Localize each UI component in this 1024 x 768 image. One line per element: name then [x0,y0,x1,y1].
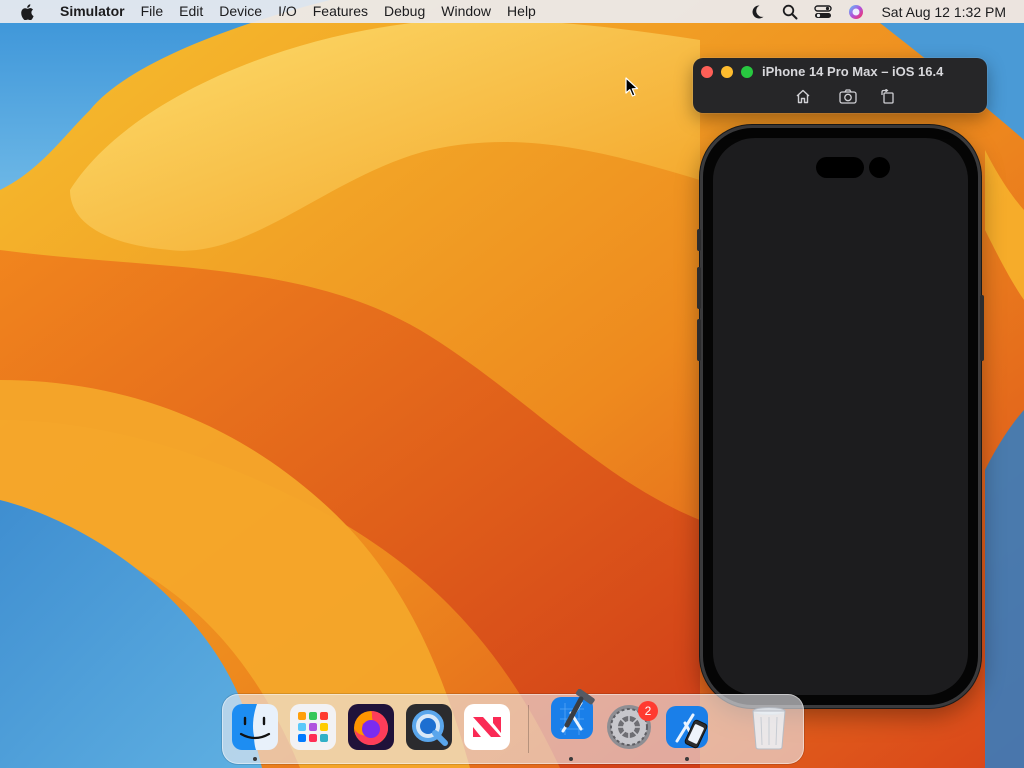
screenshot-icon[interactable] [838,87,858,105]
apple-menu-icon[interactable] [16,0,38,23]
dock: 2 [222,688,804,764]
mouse-cursor-icon [625,77,639,103]
dock-running-indicator [569,757,573,761]
dock-news-icon[interactable] [463,703,511,751]
siri-icon[interactable] [844,0,868,23]
menu-debug[interactable]: Debug [376,0,433,23]
dock-xcode-icon[interactable] [547,688,599,741]
simulator-window-title: iPhone 14 Pro Max – iOS 16.4 [762,64,944,79]
dock-simulator-icon[interactable] [663,703,711,751]
spotlight-search-icon[interactable] [778,0,802,23]
action-button[interactable] [697,229,701,251]
iphone-screen[interactable] [713,138,968,695]
window-minimize-button[interactable] [721,66,733,78]
dynamic-island [816,157,864,178]
menu-app-name[interactable]: Simulator [52,0,133,23]
dock-finder-icon[interactable] [231,703,279,751]
system-settings-badge: 2 [638,701,658,721]
dock-running-indicator [253,757,257,761]
menu-help[interactable]: Help [499,0,544,23]
volume-down-button[interactable] [697,319,701,361]
focus-moon-icon[interactable] [745,0,769,23]
window-zoom-button[interactable] [741,66,753,78]
menu-device[interactable]: Device [211,0,270,23]
volume-up-button[interactable] [697,267,701,309]
menu-io[interactable]: I/O [270,0,305,23]
menu-bar: Simulator File Edit Device I/O Features … [0,0,1024,23]
menu-window[interactable]: Window [433,0,499,23]
dock-firefox-icon[interactable] [347,703,395,751]
window-close-button[interactable] [701,66,713,78]
dock-quicktime-icon[interactable] [405,703,453,751]
home-icon[interactable] [793,87,813,105]
dock-trash-icon[interactable] [745,703,793,751]
rotate-icon[interactable] [878,87,898,105]
menu-features[interactable]: Features [305,0,376,23]
menu-edit[interactable]: Edit [171,0,211,23]
iphone-bezel [703,128,978,705]
front-camera [869,157,890,178]
menu-clock[interactable]: Sat Aug 12 1:32 PM [881,4,1006,20]
iphone-device-frame [697,125,984,708]
dock-running-indicator [685,757,689,761]
simulator-window-titlebar: iPhone 14 Pro Max – iOS 16.4 [693,58,987,113]
dock-launchpad-icon[interactable] [289,703,337,751]
side-power-button[interactable] [980,295,984,361]
menu-file[interactable]: File [133,0,172,23]
dock-separator [528,705,529,753]
control-center-icon[interactable] [811,0,835,23]
